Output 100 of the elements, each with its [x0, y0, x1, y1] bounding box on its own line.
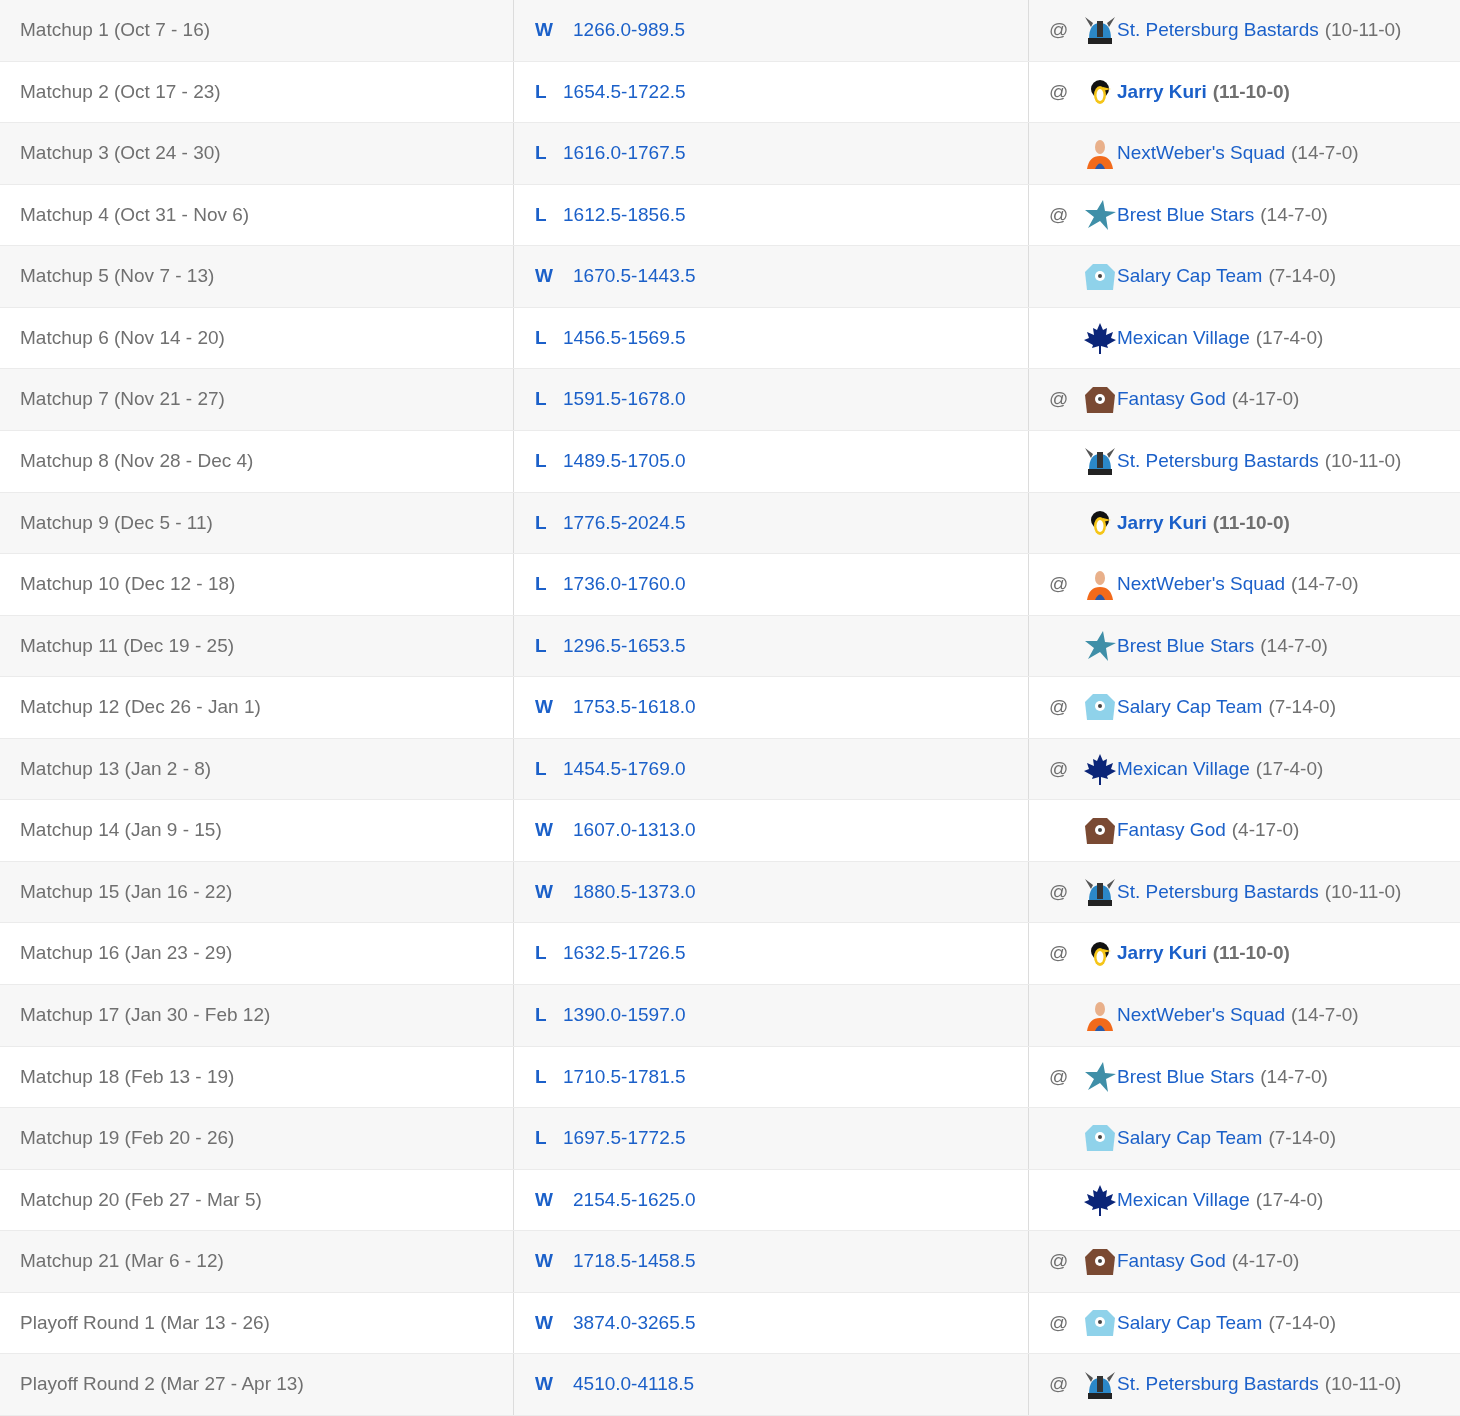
score-link[interactable]: 3874.0-3265.5	[573, 1308, 696, 1338]
score-link[interactable]: 1616.0-1767.5	[563, 139, 686, 168]
team-record: (10-11-0)	[1324, 18, 1402, 43]
team-record: (14-7-0)	[1260, 202, 1328, 227]
team-link[interactable]: Brest Blue Stars	[1117, 200, 1255, 230]
score-link[interactable]: 1612.5-1856.5	[563, 200, 686, 230]
matchup-period: Matchup 1 (Oct 7 - 16)	[20, 18, 211, 43]
result-letter: L	[535, 941, 548, 966]
result-letter: L	[535, 1003, 548, 1028]
score-link[interactable]: 2154.5-1625.0	[573, 1185, 696, 1215]
team-record: (14-7-0)	[1291, 141, 1359, 166]
score-link[interactable]: 4510.0-4118.5	[573, 1370, 695, 1399]
team-record: (11-10-0)	[1212, 79, 1290, 104]
score-link[interactable]: 1654.5-1722.5	[563, 77, 686, 107]
score-link[interactable]: 1718.5-1458.5	[573, 1247, 696, 1276]
team-link[interactable]: St. Petersburg Bastards	[1117, 16, 1319, 45]
score-link[interactable]: 1710.5-1781.5	[563, 1062, 686, 1092]
matchup-period: Matchup 12 (Dec 26 - Jan 1)	[20, 695, 261, 720]
result-letter: L	[535, 1126, 548, 1151]
team-record: (4-17-0)	[1231, 1249, 1300, 1274]
score-link[interactable]: 1456.5-1569.5	[563, 323, 686, 353]
team-link[interactable]: Mexican Village	[1117, 1185, 1250, 1215]
team-link[interactable]: St. Petersburg Bastards	[1117, 877, 1319, 907]
score-link[interactable]: 1670.5-1443.5	[573, 262, 696, 291]
team-record: (4-17-0)	[1231, 387, 1300, 412]
team-link[interactable]: Mexican Village	[1117, 754, 1250, 784]
away-marker: @	[1049, 79, 1069, 104]
matchup-period: Playoff Round 2 (Mar 27 - Apr 13)	[20, 1372, 304, 1397]
matchup-period: Matchup 19 (Feb 20 - 26)	[20, 1126, 235, 1151]
score-link[interactable]: 1390.0-1597.0	[563, 1001, 686, 1030]
result-letter: W	[535, 1310, 554, 1335]
away-marker: @	[1049, 387, 1069, 412]
score-link[interactable]: 1753.5-1618.0	[573, 693, 696, 722]
team-record: (11-10-0)	[1212, 510, 1290, 535]
matchup-period: Playoff Round 1 (Mar 13 - 26)	[20, 1310, 270, 1335]
team-record: (17-4-0)	[1255, 325, 1324, 350]
score-link[interactable]: 1880.5-1373.0	[573, 877, 696, 907]
matchup-period: Matchup 3 (Oct 24 - 30)	[20, 141, 221, 166]
away-marker: @	[1049, 1310, 1069, 1335]
away-marker: @	[1049, 756, 1069, 781]
team-link[interactable]: Jarry Kuri	[1117, 939, 1207, 968]
maple-leaf-icon	[1083, 752, 1117, 787]
result-letter: W	[535, 18, 554, 43]
result-letter: L	[535, 202, 548, 227]
score-link[interactable]: 1697.5-1772.5	[563, 1124, 686, 1153]
away-marker: @	[1049, 202, 1069, 227]
team-link[interactable]: NextWeber's Squad	[1117, 570, 1286, 599]
matchup-period: Matchup 20 (Feb 27 - Mar 5)	[20, 1187, 262, 1212]
team-record: (7-14-0)	[1268, 695, 1336, 720]
matchup-period: Matchup 13 (Jan 2 - 8)	[20, 756, 212, 781]
result-letter: W	[535, 818, 554, 843]
team-record: (10-11-0)	[1324, 1372, 1402, 1397]
result-letter: L	[535, 141, 548, 166]
away-marker: @	[1049, 18, 1069, 43]
matchup-period: Matchup 9 (Dec 5 - 11)	[20, 510, 213, 535]
team-link[interactable]: Brest Blue Stars	[1117, 631, 1255, 661]
team-link[interactable]: Salary Cap Team	[1117, 1124, 1263, 1153]
team-link[interactable]: St. Petersburg Bastards	[1117, 1370, 1319, 1399]
team-link[interactable]: NextWeber's Squad	[1117, 1001, 1286, 1030]
team-link[interactable]: Salary Cap Team	[1117, 262, 1263, 291]
score-link[interactable]: 1632.5-1726.5	[563, 939, 686, 968]
team-record: (10-11-0)	[1324, 879, 1402, 904]
score-link[interactable]: 1266.0-989.5	[573, 16, 685, 45]
score-link[interactable]: 1776.5-2024.5	[563, 508, 686, 538]
matchup-period: Matchup 10 (Dec 12 - 18)	[20, 572, 236, 597]
team-link[interactable]: St. Petersburg Bastards	[1117, 446, 1319, 476]
team-record: (14-7-0)	[1291, 572, 1359, 597]
team-link[interactable]: Fantasy God	[1117, 1247, 1226, 1276]
matchup-period: Matchup 6 (Nov 14 - 20)	[20, 325, 225, 350]
result-letter: L	[535, 633, 548, 658]
team-link[interactable]: Jarry Kuri	[1117, 508, 1207, 538]
result-letter: L	[535, 756, 548, 781]
result-letter: L	[535, 387, 548, 412]
result-letter: L	[535, 1064, 548, 1089]
team-link[interactable]: Mexican Village	[1117, 323, 1250, 353]
away-marker: @	[1049, 941, 1069, 966]
team-record: (14-7-0)	[1291, 1003, 1359, 1028]
result-letter: L	[535, 572, 548, 597]
team-record: (14-7-0)	[1260, 1064, 1328, 1089]
score-link[interactable]: 1296.5-1653.5	[563, 631, 686, 661]
matchup-period: Matchup 5 (Nov 7 - 13)	[20, 264, 215, 289]
team-link[interactable]: Fantasy God	[1117, 816, 1226, 845]
result-letter: W	[535, 264, 554, 289]
score-link[interactable]: 1607.0-1313.0	[573, 816, 696, 845]
away-marker: @	[1049, 1249, 1069, 1274]
team-record: (4-17-0)	[1231, 818, 1300, 843]
team-link[interactable]: Salary Cap Team	[1117, 1308, 1263, 1338]
team-link[interactable]: Salary Cap Team	[1117, 693, 1263, 722]
score-link[interactable]: 1591.5-1678.0	[563, 385, 686, 414]
result-letter: L	[535, 79, 548, 104]
score-link[interactable]: 1736.0-1760.0	[563, 570, 686, 599]
score-link[interactable]: 1454.5-1769.0	[563, 754, 686, 784]
score-link[interactable]: 1489.5-1705.0	[563, 446, 686, 476]
team-link[interactable]: NextWeber's Squad	[1117, 139, 1286, 168]
away-marker: @	[1049, 572, 1069, 597]
team-link[interactable]: Brest Blue Stars	[1117, 1062, 1255, 1092]
team-link[interactable]: Jarry Kuri	[1117, 77, 1207, 107]
team-link[interactable]: Fantasy God	[1117, 385, 1226, 414]
result-letter: W	[535, 1372, 554, 1397]
matchup-period: Matchup 14 (Jan 9 - 15)	[20, 818, 222, 843]
